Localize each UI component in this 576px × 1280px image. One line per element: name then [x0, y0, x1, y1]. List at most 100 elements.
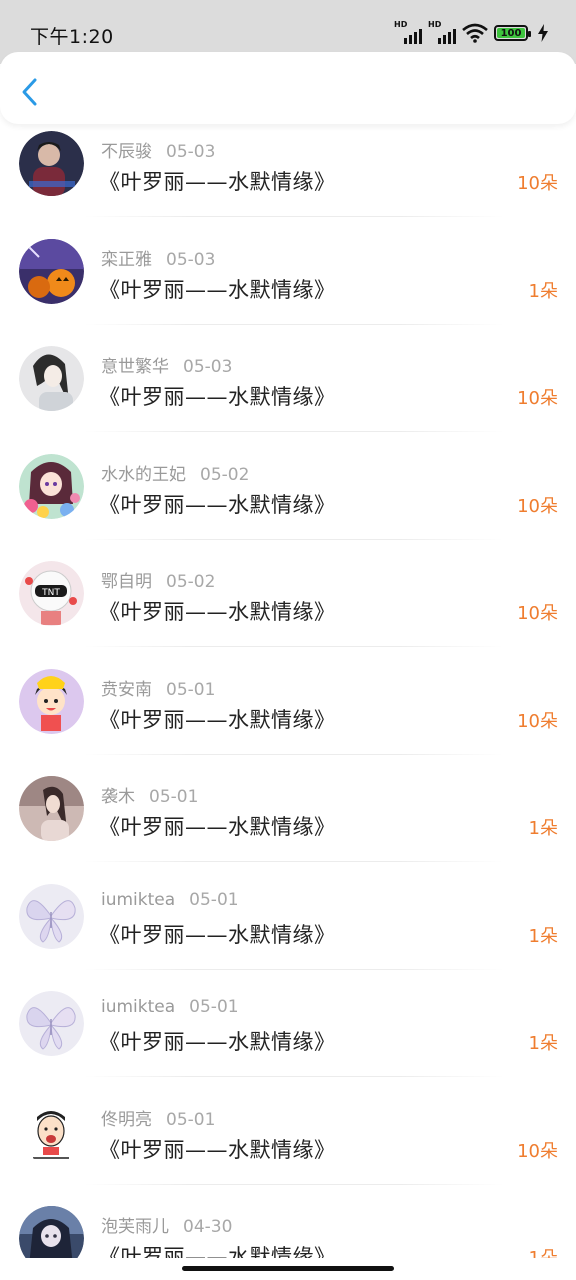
back-button[interactable] — [16, 74, 46, 110]
book-title[interactable]: 《叶罗丽——水默情缘》 — [99, 1026, 336, 1056]
flower-count: 1朵 — [528, 280, 558, 302]
list-item[interactable]: iumiktea 05-01 《叶罗丽——水默情缘》 1朵 — [0, 986, 576, 1094]
signal-hd-label: HD — [394, 20, 408, 29]
divider — [84, 323, 504, 325]
divider — [84, 431, 504, 432]
list-item[interactable]: 泡芙雨儿 04-30 《叶罗丽——水默情缘》 1朵 — [0, 1201, 576, 1258]
list-item[interactable]: 栾正雅 05-03 《叶罗丽——水默情缘》 1朵 — [0, 234, 576, 342]
wifi-icon — [462, 23, 488, 43]
flower-count: 10朵 — [517, 495, 558, 517]
list-item[interactable]: 水水的王妃 05-02 《叶罗丽——水默情缘》 10朵 — [0, 449, 576, 557]
book-title[interactable]: 《叶罗丽——水默情缘》 — [99, 381, 336, 411]
book-title[interactable]: 《叶罗丽——水默情缘》 — [99, 489, 336, 519]
divider — [84, 753, 504, 755]
divider — [84, 968, 504, 970]
avatar[interactable] — [19, 1206, 84, 1258]
flower-count: 10朵 — [517, 1140, 558, 1162]
sender-name[interactable]: 栾正雅 — [101, 250, 152, 270]
gift-list: 不辰骏 05-03 《叶罗丽——水默情缘》 10朵 栾正雅 05-03 《叶罗丽——… — [0, 126, 576, 1258]
list-item[interactable]: 贲安南 05-01 《叶罗丽——水默情缘》 10朵 — [0, 664, 576, 772]
avatar[interactable] — [19, 238, 84, 304]
charging-icon — [538, 24, 548, 42]
svg-text:TNT: TNT — [41, 588, 60, 598]
avatar[interactable] — [19, 883, 84, 949]
sender-name[interactable]: 泡芙雨儿 — [101, 1217, 169, 1237]
flower-count: 1朵 — [528, 1033, 558, 1054]
sender-line: 佟明亮 05-01 — [101, 1105, 215, 1130]
book-title[interactable]: 《叶罗丽——水默情缘》 — [99, 166, 336, 196]
sender-line: 意世繁华 05-03 — [101, 352, 232, 377]
book-title[interactable]: 《叶罗丽——水默情缘》 — [99, 811, 336, 841]
send-date: 05-02 — [200, 464, 250, 485]
signal-hd-label-2: HD — [428, 20, 442, 29]
list-item[interactable]: 佟明亮 05-01 《叶罗丽——水默情缘》 10朵 — [0, 1094, 576, 1202]
sender-line: iumiktea 05-01 — [101, 890, 239, 910]
sender-line: 鄂自明 05-02 — [101, 567, 215, 592]
book-title[interactable]: 《叶罗丽——水默情缘》 — [99, 274, 336, 304]
list-item[interactable]: iumiktea 05-01 《叶罗丽——水默情缘》 1朵 — [0, 879, 576, 987]
flower-count: 1朵 — [529, 1244, 558, 1258]
flower-count: 1朵 — [528, 818, 558, 839]
send-date: 05-01 — [166, 1109, 216, 1130]
avatar[interactable] — [19, 453, 84, 519]
avatar[interactable] — [19, 1098, 84, 1164]
flower-count: 10朵 — [517, 710, 558, 732]
sender-name[interactable]: 鄂自明 — [101, 572, 152, 592]
divider — [84, 646, 504, 647]
sender-line: 泡芙雨儿 04-30 — [101, 1212, 232, 1237]
avatar[interactable] — [19, 346, 84, 411]
avatar[interactable] — [19, 131, 84, 196]
send-date: 05-03 — [183, 357, 233, 377]
sender-name[interactable]: 水水的王妃 — [101, 465, 186, 485]
send-date: 05-01 — [149, 787, 199, 807]
sender-name[interactable]: 佟明亮 — [101, 1110, 152, 1130]
list-item[interactable]: 不辰骏 05-03 《叶罗丽——水默情缘》 10朵 — [0, 126, 576, 234]
status-icons: HD HD 100 — [394, 20, 548, 46]
flower-count: 1朵 — [528, 925, 558, 947]
header — [0, 52, 576, 124]
sender-name[interactable]: iumiktea — [101, 890, 175, 910]
send-date: 04-30 — [183, 1217, 233, 1237]
send-date: 05-02 — [166, 572, 216, 592]
sender-line: 水水的王妃 05-02 — [101, 460, 249, 485]
flower-count: 10朵 — [517, 603, 558, 624]
divider — [84, 1183, 504, 1185]
flower-count: 10朵 — [517, 173, 558, 194]
sender-line: 贲安南 05-01 — [101, 675, 215, 700]
book-title[interactable]: 《叶罗丽——水默情缘》 — [99, 704, 336, 734]
book-title[interactable]: 《叶罗丽——水默情缘》 — [99, 596, 336, 626]
list-item[interactable]: TNT 鄂自明 05-02 《叶罗丽——水默情缘》 10朵 — [0, 556, 576, 664]
status-time: 下午1:20 — [30, 26, 114, 48]
divider — [84, 216, 504, 217]
avatar[interactable] — [19, 668, 84, 734]
page: 下午1:20 HD HD 100 不辰骏 05-03 《叶罗丽——水默情缘》 1… — [0, 0, 576, 1280]
list-item[interactable]: 意世繁华 05-03 《叶罗丽——水默情缘》 10朵 — [0, 341, 576, 449]
sender-name[interactable]: 贲安南 — [101, 680, 152, 700]
flower-count: 10朵 — [517, 388, 558, 409]
avatar[interactable] — [19, 991, 84, 1056]
sender-line: 袭木 05-01 — [101, 782, 198, 807]
send-date: 05-01 — [189, 997, 239, 1017]
sender-line: 栾正雅 05-03 — [101, 245, 215, 270]
sender-name[interactable]: 不辰骏 — [101, 142, 152, 162]
home-indicator[interactable] — [182, 1266, 394, 1271]
sender-name[interactable]: iumiktea — [101, 997, 175, 1017]
sender-name[interactable]: 袭木 — [101, 787, 135, 807]
book-title[interactable]: 《叶罗丽——水默情缘》 — [99, 1241, 336, 1258]
send-date: 05-01 — [189, 889, 239, 910]
list-item[interactable]: 袭木 05-01 《叶罗丽——水默情缘》 1朵 — [0, 771, 576, 879]
book-title[interactable]: 《叶罗丽——水默情缘》 — [99, 1134, 336, 1164]
book-title[interactable]: 《叶罗丽——水默情缘》 — [99, 919, 336, 949]
avatar[interactable]: TNT — [19, 561, 84, 626]
sender-name[interactable]: 意世繁华 — [101, 357, 169, 377]
sender-line: iumiktea 05-01 — [101, 997, 239, 1017]
send-date: 05-01 — [166, 679, 216, 700]
battery-icon: 100 — [494, 25, 531, 41]
sender-line: 不辰骏 05-03 — [101, 137, 215, 162]
signal-icon: HD — [394, 20, 422, 44]
send-date: 05-03 — [166, 142, 216, 162]
send-date: 05-03 — [166, 249, 216, 270]
signal-icon-2: HD — [428, 20, 456, 44]
battery-level: 100 — [500, 27, 522, 39]
avatar[interactable] — [19, 776, 84, 841]
